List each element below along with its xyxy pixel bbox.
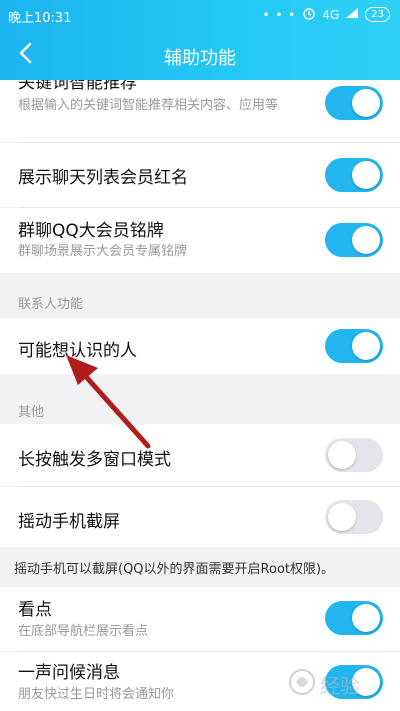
toggle-switch[interactable] — [325, 329, 383, 363]
toggle-switch[interactable] — [325, 223, 383, 257]
settings-list[interactable]: 关键词智能推荐 根据输入的关键词智能推荐相关内容、应用等 展示聊天列表会员红名 … — [0, 80, 400, 711]
setting-title: 关键词智能推荐 — [18, 80, 137, 93]
status-time: 晚上10:31 — [8, 11, 72, 26]
shake-screenshot-note: 摇动手机可以截屏(QQ以外的界面需要开启Root权限)。 — [14, 562, 335, 577]
toggle-switch[interactable] — [325, 86, 383, 120]
setting-title: 群聊QQ大会员铭牌 — [18, 221, 164, 241]
setting-vip-red-name[interactable]: 展示聊天列表会员红名 — [0, 143, 400, 207]
setting-subtitle: 朋友快过生日时将会通知你 — [18, 687, 175, 702]
setting-title: 摇动手机截屏 — [18, 512, 120, 532]
setting-keyword-recommend[interactable]: 关键词智能推荐 根据输入的关键词智能推荐相关内容、应用等 — [0, 80, 400, 142]
setting-title: 看点 — [18, 600, 52, 620]
setting-vip-badge[interactable]: 群聊QQ大会员铭牌 群聊场景展示大会员专属铭牌 — [0, 208, 400, 273]
section-label-contacts: 联系人功能 — [18, 297, 84, 312]
toggle-switch[interactable] — [325, 601, 383, 635]
setting-subtitle: 根据输入的关键词智能推荐相关内容、应用等 — [18, 98, 279, 113]
toggle-switch[interactable] — [325, 438, 383, 472]
battery-icon: 23 — [365, 7, 390, 22]
setting-title: 长按触发多窗口模式 — [18, 450, 171, 470]
page-title: 辅助功能 — [164, 48, 236, 69]
notification-dots-icon: • • • — [262, 7, 297, 22]
toggle-switch[interactable] — [325, 158, 383, 192]
watermark-text: 经验 — [320, 674, 360, 698]
network-type: 4G — [322, 7, 340, 22]
nav-bar: 辅助功能 — [0, 30, 400, 80]
status-bar: 晚上10:31 • • • 4G 23 — [0, 0, 400, 30]
setting-title: 可能想认识的人 — [18, 341, 137, 361]
toggle-switch[interactable] — [325, 500, 383, 534]
signal-icon — [345, 7, 359, 22]
watermark-logo: 经验 — [288, 662, 388, 702]
setting-multi-window[interactable]: 长按触发多窗口模式 — [0, 424, 400, 486]
setting-kandian[interactable]: 看点 在底部导航栏展示看点 — [0, 587, 400, 651]
setting-shake-screenshot[interactable]: 摇动手机截屏 — [0, 487, 400, 547]
alarm-icon — [302, 6, 316, 23]
setting-subtitle: 在底部导航栏展示看点 — [18, 624, 149, 639]
setting-people-you-may-know[interactable]: 可能想认识的人 — [0, 318, 400, 374]
status-icons: • • • 4G 23 — [262, 6, 390, 23]
setting-subtitle: 群聊场景展示大会员专属铭牌 — [18, 244, 188, 259]
section-label-other: 其他 — [18, 405, 45, 420]
setting-title: 展示聊天列表会员红名 — [18, 168, 188, 188]
setting-title: 一声问候消息 — [18, 663, 120, 683]
